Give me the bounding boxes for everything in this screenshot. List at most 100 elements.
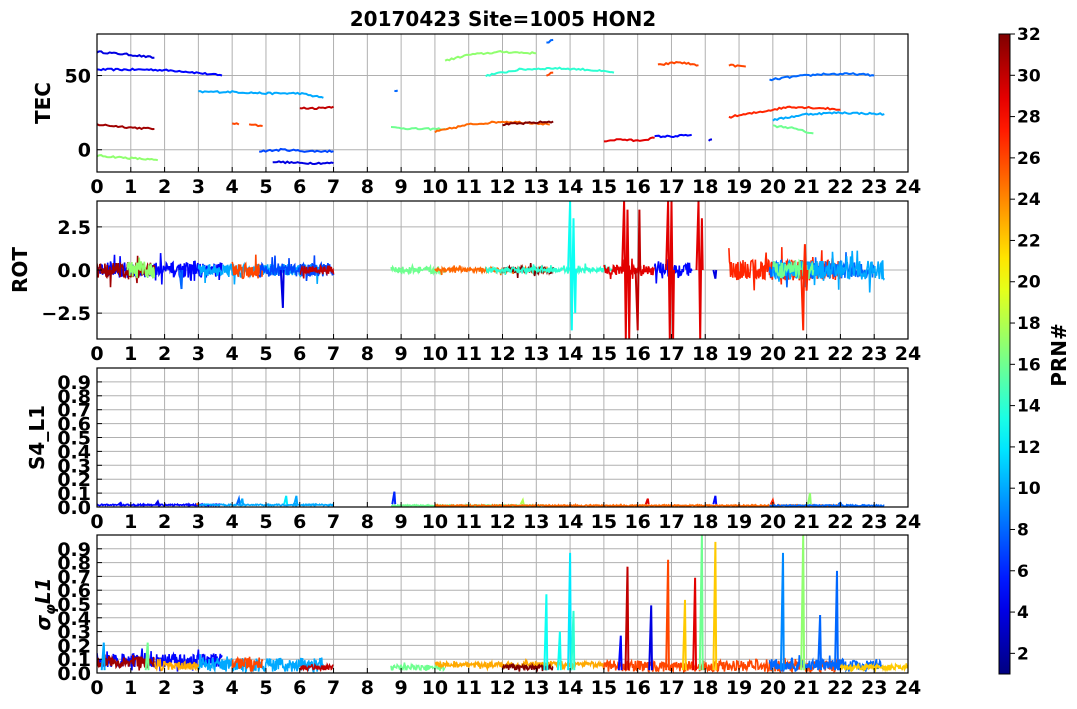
x-tick-label: 0 (90, 677, 103, 699)
x-tick-label: 11 (455, 511, 481, 533)
panel-s4: 0 1 2 3 4 5 6 7 8 9 10 11 12 13 14 15 16 17 18 19 20 21 22 23 24… (25, 367, 921, 533)
x-tick-label: 22 (827, 176, 853, 198)
x-tick-label: 22 (827, 677, 853, 699)
x-tick-label: 9 (395, 343, 408, 365)
x-tick-label: 1 (124, 176, 137, 198)
x-tick-label: 8 (361, 511, 374, 533)
figure: 20170423 Site=1005 HON2 0 1 2 3 4 5 6 7 8 9 10 11 12… (8, 7, 1071, 699)
x-tick-label: 24 (895, 343, 921, 365)
x-tick-label: 2 (158, 343, 171, 365)
x-tick-label: 7 (327, 677, 340, 699)
x-tick-label: 17 (658, 511, 684, 533)
x-tick-label: 9 (395, 176, 408, 198)
x-tick-label: 16 (624, 677, 650, 699)
x-tick-label: 10 (422, 343, 448, 365)
x-tick-label: 17 (658, 343, 684, 365)
x-tick-label: 17 (658, 677, 684, 699)
colorbar-tick-label: 6 (1017, 562, 1029, 582)
x-tick-label: 5 (259, 343, 272, 365)
colorbar-tick-label: 30 (1017, 66, 1041, 86)
colorbar-tick-label: 18 (1017, 314, 1041, 334)
x-tick-label: 0 (90, 343, 103, 365)
x-tick-label: 15 (591, 677, 617, 699)
x-tick-label: 6 (293, 343, 306, 365)
x-tick-label: 5 (259, 677, 272, 699)
series-line-prn-26 (231, 122, 240, 126)
x-tick-label: 12 (489, 176, 515, 198)
x-tick-label: 7 (327, 511, 340, 533)
x-tick-label: 24 (895, 511, 921, 533)
x-tick-label: 4 (226, 511, 239, 533)
x-tick-label: 15 (591, 176, 617, 198)
spike-prn-5 (118, 501, 123, 506)
y-axis-label: S4_L1 (25, 405, 49, 470)
x-tick-label: 3 (192, 511, 205, 533)
x-tick-label: 5 (259, 511, 272, 533)
series-line-prn-8 (394, 89, 399, 93)
x-tick-label: 12 (489, 343, 515, 365)
x-tick-label: 8 (361, 343, 374, 365)
x-tick-label: 16 (624, 511, 650, 533)
x-tick-label: 21 (793, 511, 819, 533)
x-tick-label: 22 (827, 511, 853, 533)
x-tick-label: 20 (760, 343, 786, 365)
x-tick-label: 20 (760, 176, 786, 198)
x-tick-label: 13 (523, 511, 549, 533)
x-tick-label: 9 (395, 677, 408, 699)
colorbar-tick-label: 16 (1017, 355, 1041, 375)
colorbar-label: PRN# (1047, 323, 1071, 387)
x-tick-label: 6 (293, 677, 306, 699)
panel-rot: 0 1 2 3 4 5 6 7 8 9 10 11 12 13 14 15 16 17 18 19 20 21 22 23 24… (8, 200, 921, 365)
x-tick-label: 7 (327, 176, 340, 198)
x-tick-label: 24 (895, 677, 921, 699)
x-tick-label: 11 (455, 176, 481, 198)
x-tick-label: 13 (523, 176, 549, 198)
x-tick-label: 10 (422, 176, 448, 198)
colorbar-tick-label: 28 (1017, 108, 1041, 128)
colorbar-tick-label: 22 (1017, 231, 1041, 251)
colorbar-tick-label: 12 (1017, 438, 1041, 458)
y-axis-label: σφL1 (31, 577, 59, 630)
x-tick-label: 15 (591, 511, 617, 533)
x-tick-label: 10 (422, 511, 448, 533)
x-tick-label: 23 (861, 511, 887, 533)
x-tick-label: 3 (192, 176, 205, 198)
x-tick-label: 5 (259, 176, 272, 198)
x-tick-label: 21 (793, 176, 819, 198)
x-tick-label: 3 (192, 343, 205, 365)
x-tick-label: 13 (523, 677, 549, 699)
y-axis-label: TEC (31, 82, 55, 124)
panel-sigma: 0 1 2 3 4 5 6 7 8 9 10 11 12 13 14 15 16 17 18 19 20 21 22 23 24… (31, 534, 921, 699)
x-tick-label: 6 (293, 176, 306, 198)
colorbar-tick-label: 10 (1017, 479, 1041, 499)
x-tick-label: 4 (226, 677, 239, 699)
x-tick-label: 6 (293, 511, 306, 533)
y-tick-label: 2.5 (57, 217, 91, 239)
x-tick-label: 9 (395, 511, 408, 533)
colorbar-tick-label: 32 (1017, 25, 1041, 45)
x-tick-label: 2 (158, 176, 171, 198)
x-tick-label: 12 (489, 511, 515, 533)
x-tick-label: 23 (861, 176, 887, 198)
x-tick-label: 16 (624, 343, 650, 365)
x-tick-label: 23 (861, 343, 887, 365)
x-tick-label: 12 (489, 677, 515, 699)
colorbar-tick-label: 8 (1017, 520, 1029, 540)
y-tick-label: 0.9 (57, 372, 91, 394)
colorbar-tick-label: 24 (1017, 190, 1041, 210)
x-tick-label: 21 (793, 343, 819, 365)
x-tick-label: 18 (692, 677, 718, 699)
x-tick-label: 0 (90, 176, 103, 198)
y-tick-label: 0.9 (57, 539, 91, 561)
y-tick-label: 50 (65, 66, 91, 88)
x-tick-label: 13 (523, 343, 549, 365)
x-tick-label: 1 (124, 343, 137, 365)
x-tick-label: 1 (124, 677, 137, 699)
x-tick-label: 18 (692, 511, 718, 533)
x-tick-label: 20 (760, 511, 786, 533)
x-tick-label: 19 (726, 343, 752, 365)
x-tick-label: 4 (226, 176, 239, 198)
x-tick-label: 11 (455, 677, 481, 699)
colorbar-tick-label: 4 (1017, 603, 1029, 623)
y-tick-label: 0.0 (57, 260, 91, 282)
